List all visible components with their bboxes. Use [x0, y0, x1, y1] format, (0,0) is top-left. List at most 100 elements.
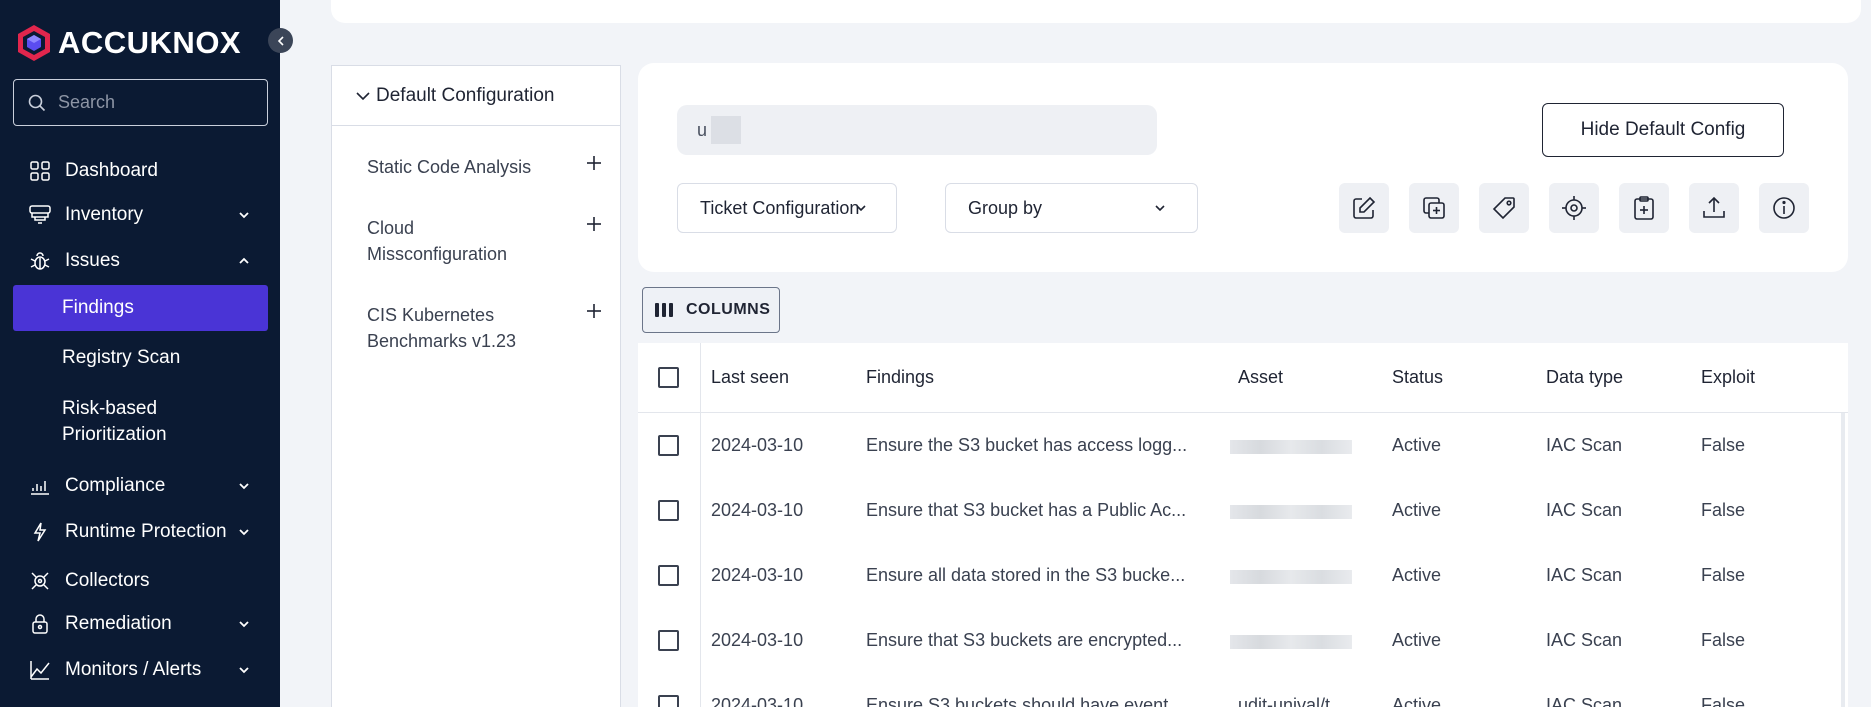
row-checkbox[interactable]	[658, 435, 679, 456]
config-header-label: Default Configuration	[376, 84, 555, 106]
tag-icon	[1492, 197, 1515, 220]
column-header-exploit[interactable]: Exploit	[1701, 367, 1755, 388]
add-static-code-analysis-icon[interactable]	[585, 154, 603, 172]
finding-cell[interactable]: Ensure the S3 bucket has access logg...	[866, 435, 1187, 456]
add-cloud-misconfiguration-icon[interactable]	[585, 215, 603, 233]
sidebar-item-issues[interactable]: Issues	[0, 241, 280, 281]
table-header: Last seen Findings Asset Status Data typ…	[638, 343, 1848, 413]
chevron-down-icon	[239, 621, 249, 628]
select-all-checkbox[interactable]	[658, 367, 679, 388]
sidebar-item-collectors[interactable]: Collectors	[0, 561, 280, 601]
info-icon	[1773, 197, 1795, 219]
last-seen-cell: 2024-03-10	[711, 500, 804, 520]
top-card	[331, 0, 1861, 23]
table-row[interactable]: 2024-03-10 Ensure that S3 buckets are en…	[638, 608, 1848, 673]
sidebar-item-compliance[interactable]: Compliance	[0, 466, 280, 506]
add-ticket-button[interactable]	[1619, 183, 1669, 233]
config-item-static-code-analysis[interactable]: Static Code Analysis	[367, 154, 597, 180]
table-row[interactable]: 2024-03-10 Ensure all data stored in the…	[638, 543, 1848, 608]
export-button[interactable]	[1689, 183, 1739, 233]
info-button[interactable]	[1759, 183, 1809, 233]
exploit-cell: False	[1701, 435, 1746, 455]
sidebar-item-label: Runtime Protection	[65, 521, 227, 542]
toolbar-card: u Hide Default Config Ticket Configurati…	[638, 63, 1848, 272]
columns-icon	[655, 303, 673, 317]
clipboard-add-icon	[1634, 196, 1654, 220]
exploit-cell: False	[1701, 500, 1746, 520]
status-cell: Active	[1392, 435, 1442, 455]
config-item-cloud-misconfiguration[interactable]: Cloud Missconfiguration	[367, 215, 547, 267]
sidebar-item-inventory[interactable]: Inventory	[0, 195, 280, 235]
logo[interactable]: ACCUKNOX	[14, 20, 241, 66]
filter-input[interactable]: u	[677, 105, 1157, 155]
finding-cell[interactable]: Ensure all data stored in the S3 bucke..…	[866, 565, 1185, 586]
sidebar-item-runtime-protection[interactable]: Runtime Protection	[0, 512, 280, 552]
columns-button[interactable]: COLUMNS	[642, 287, 780, 333]
tag-button[interactable]	[1479, 183, 1529, 233]
table-row[interactable]: 2024-03-10 Ensure the S3 bucket has acce…	[638, 413, 1848, 478]
exploit-cell: False	[1701, 695, 1746, 707]
data-type-cell: IAC Scan	[1546, 695, 1623, 707]
chevron-down-icon	[239, 212, 249, 219]
findings-table: Last seen Findings Asset Status Data typ…	[638, 343, 1848, 707]
filter-value: u	[697, 119, 708, 140]
data-type-cell: IAC Scan	[1546, 565, 1623, 585]
sidebar-item-dashboard[interactable]: Dashboard	[0, 151, 280, 191]
copy-add-button[interactable]	[1409, 183, 1459, 233]
column-header-asset[interactable]: Asset	[1238, 367, 1283, 388]
table-row[interactable]: 2024-03-10 Ensure that S3 bucket has a P…	[638, 478, 1848, 543]
column-header-data-type[interactable]: Data type	[1546, 367, 1623, 388]
upload-icon	[1703, 196, 1725, 218]
accuknox-logo-icon	[18, 25, 50, 61]
add-cis-kubernetes-icon[interactable]	[585, 302, 603, 320]
target-button[interactable]	[1549, 183, 1599, 233]
sidebar-item-registry-scan[interactable]: Registry Scan	[13, 345, 268, 371]
status-cell: Active	[1392, 695, 1442, 707]
default-configuration-toggle[interactable]: Default Configuration	[332, 66, 620, 126]
column-header-last-seen[interactable]: Last seen	[711, 367, 789, 388]
column-header-findings[interactable]: Findings	[866, 367, 934, 388]
table-scrollbar[interactable]	[1841, 413, 1845, 707]
sidebar-item-label: Collectors	[65, 570, 150, 591]
chevron-down-icon	[239, 667, 249, 674]
sidebar-item-risk-prioritization[interactable]: Risk-based Prioritization	[13, 396, 213, 448]
status-cell: Active	[1392, 500, 1442, 520]
sidebar-item-label: Dashboard	[65, 160, 158, 181]
config-item-label: Static Code Analysis	[367, 157, 532, 177]
edit-button[interactable]	[1339, 183, 1389, 233]
finding-cell[interactable]: Ensure S3 buckets should have event...	[866, 695, 1183, 707]
collapse-sidebar-button[interactable]	[268, 28, 293, 53]
exploit-cell: False	[1701, 565, 1746, 585]
row-checkbox[interactable]	[658, 500, 679, 521]
sidebar: ACCUKNOX Search Dashboard Inventory Issu…	[0, 0, 280, 707]
target-icon	[1562, 196, 1586, 220]
sidebar-item-findings[interactable]: Findings	[13, 285, 268, 331]
remediation-icon	[28, 612, 52, 636]
search-input[interactable]: Search	[13, 79, 268, 126]
asset-cell-redacted	[1230, 635, 1352, 649]
brand-name: ACCUKNOX	[58, 25, 242, 60]
last-seen-cell: 2024-03-10	[711, 695, 804, 707]
ticket-configuration-dropdown[interactable]: Ticket Configuration	[677, 183, 897, 233]
status-cell: Active	[1392, 565, 1442, 585]
row-checkbox[interactable]	[658, 630, 679, 651]
sidebar-item-label: Registry Scan	[62, 347, 181, 368]
row-checkbox[interactable]	[658, 695, 679, 707]
sidebar-item-monitors-alerts[interactable]: Monitors / Alerts	[0, 650, 280, 690]
sidebar-item-remediation[interactable]: Remediation	[0, 604, 280, 644]
asset-cell-redacted	[1230, 440, 1352, 454]
data-type-cell: IAC Scan	[1546, 630, 1623, 650]
column-header-status[interactable]: Status	[1392, 367, 1443, 388]
chevron-down-icon	[239, 529, 249, 536]
sidebar-item-label: Findings	[62, 297, 134, 318]
finding-cell[interactable]: Ensure that S3 bucket has a Public Ac...	[866, 500, 1186, 521]
asset-cell: udit-unival/t...	[1238, 695, 1346, 707]
group-by-dropdown[interactable]: Group by	[945, 183, 1198, 233]
collectors-icon	[28, 569, 52, 593]
hide-default-config-button[interactable]: Hide Default Config	[1542, 103, 1784, 157]
row-checkbox[interactable]	[658, 565, 679, 586]
table-row[interactable]: 2024-03-10 Ensure S3 buckets should have…	[638, 673, 1848, 707]
config-item-cis-kubernetes[interactable]: CIS Kubernetes Benchmarks v1.23	[367, 302, 547, 354]
finding-cell[interactable]: Ensure that S3 buckets are encrypted...	[866, 630, 1182, 651]
data-type-cell: IAC Scan	[1546, 500, 1623, 520]
